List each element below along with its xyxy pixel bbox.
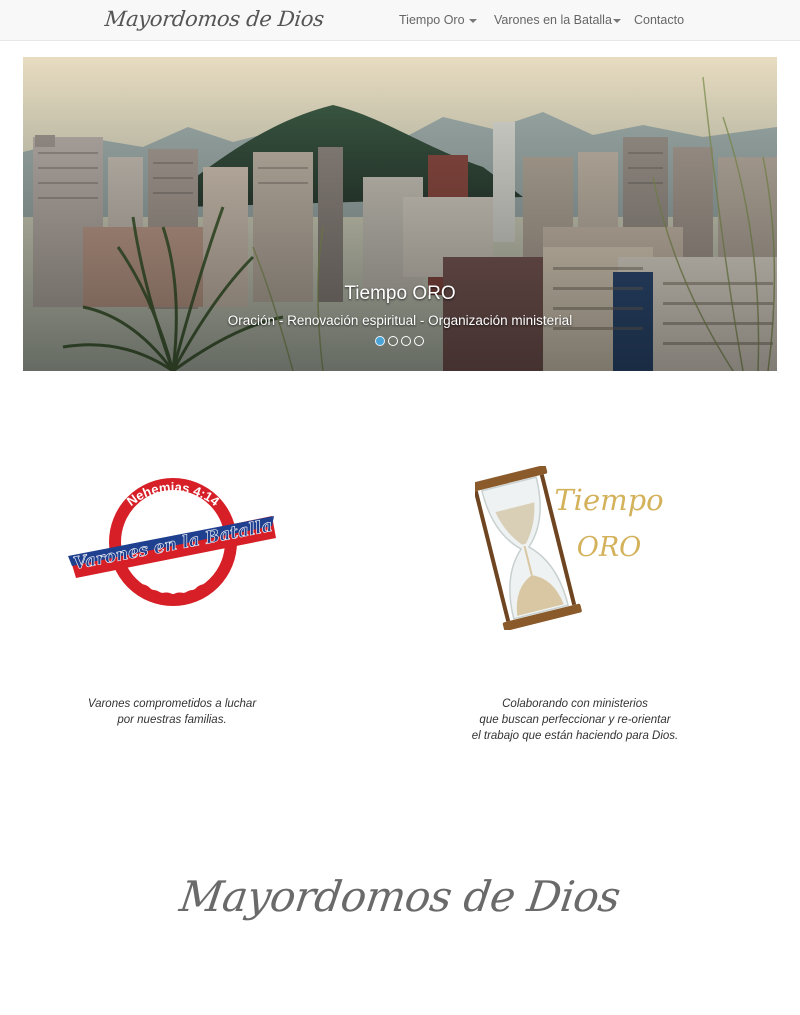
carousel-caption-title: Tiempo ORO — [344, 283, 456, 304]
description-line: el trabajo que están haciendo para Dios. — [471, 730, 679, 742]
tiempo-oro-logo[interactable]: Tiempo ORO — [475, 466, 675, 630]
carousel-indicator-1[interactable] — [375, 336, 385, 346]
hero-carousel[interactable]: Tiempo ORO Oración - Renovación espiritu… — [23, 57, 777, 371]
logo-line1-text: Tiempo — [554, 483, 663, 517]
brand-link[interactable]: Mayordomos de Dios — [104, 7, 325, 31]
carousel-indicator-4[interactable] — [414, 336, 424, 346]
description-line: por nuestras familias. — [117, 714, 227, 726]
chevron-down-icon — [612, 18, 621, 23]
varones-en-la-batalla-logo[interactable]: Nehemias 4:14 Varones en la Batalla — [66, 476, 280, 608]
nav-item-contacto[interactable]: Contacto — [634, 13, 684, 27]
top-navbar: Mayordomos de Dios Tiempo Oro Varones en… — [0, 0, 800, 41]
nav-item-tiempo-oro[interactable]: Tiempo Oro — [399, 13, 477, 27]
nav-item-varones[interactable]: Varones en la Batalla — [494, 13, 621, 27]
footer-brand: Mayordomos de Dios — [176, 872, 624, 921]
nav-item-label: Contacto — [634, 13, 685, 27]
tiempo-oro-description: Colaborando con ministerios que buscan p… — [455, 696, 695, 744]
carousel-indicator-3[interactable] — [401, 336, 411, 346]
logo-main-text: Varones en la Batalla — [72, 516, 274, 574]
chevron-down-icon — [468, 18, 477, 23]
nav-item-label: Tiempo Oro — [399, 13, 465, 27]
description-line: Varones comprometidos a luchar — [87, 698, 257, 710]
carousel-caption-subtitle: Oración - Renovación espiritual - Organi… — [227, 313, 573, 328]
description-line: Colaborando con ministerios — [502, 698, 648, 710]
svg-text:Nehemias 4:14: Nehemias 4:14 — [124, 479, 223, 509]
carousel-indicators — [375, 333, 427, 346]
logo-line2-text: ORO — [577, 532, 642, 563]
carousel-indicator-2[interactable] — [388, 336, 398, 346]
logo-top-text: Nehemias 4:14 — [124, 479, 223, 509]
varones-description: Varones comprometidos a luchar por nuest… — [72, 696, 272, 728]
nav-item-label: Varones en la Batalla — [494, 13, 612, 27]
description-line: que buscan perfeccionar y re-orientar — [479, 714, 671, 726]
